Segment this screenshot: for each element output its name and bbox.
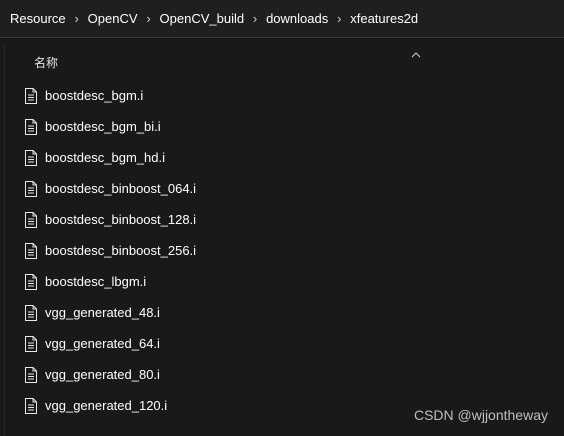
file-document-icon: [24, 87, 38, 104]
column-header-label: 名称: [34, 56, 59, 70]
file-list: boostdesc_bgm.i boostdesc_bgm_bi.iboostde…: [22, 80, 542, 421]
chevron-right-icon[interactable]: ›: [328, 11, 350, 26]
file-row[interactable]: boostdesc_bgm_hd.i: [22, 142, 542, 173]
file-name: boostdesc_lbgm.i: [45, 274, 147, 289]
file-name: vgg_generated_64.i: [45, 336, 160, 351]
file-name: vgg_generated_80.i: [45, 367, 160, 382]
file-document-icon: [24, 304, 38, 321]
breadcrumb-item-opencv[interactable]: OpenCV: [88, 11, 138, 26]
file-document-icon: [24, 242, 38, 259]
list-divider: [4, 44, 5, 436]
file-row[interactable]: boostdesc_binboost_064.i: [22, 173, 542, 204]
file-name: boostdesc_bgm_hd.i: [45, 150, 165, 165]
chevron-right-icon[interactable]: ›: [244, 11, 266, 26]
file-name: boostdesc_bgm_bi.i: [45, 119, 161, 134]
breadcrumb-item-resource[interactable]: Resource: [10, 11, 66, 26]
file-document-icon: [24, 149, 38, 166]
file-name: boostdesc_binboost_128.i: [45, 212, 197, 227]
file-document-icon: [24, 335, 38, 352]
file-name: vgg_generated_48.i: [45, 305, 160, 320]
breadcrumb-item-downloads[interactable]: downloads: [266, 11, 328, 26]
chevron-up-icon[interactable]: [410, 50, 422, 60]
file-row[interactable]: boostdesc_binboost_256.i: [22, 235, 542, 266]
file-name: vgg_generated_120.i: [45, 398, 168, 413]
file-name: boostdesc_bgm.i: [45, 88, 144, 103]
file-document-icon: [24, 180, 38, 197]
file-row[interactable]: vgg_generated_80.i: [22, 359, 542, 390]
file-row[interactable]: vgg_generated_64.i: [22, 328, 542, 359]
chevron-right-icon[interactable]: ›: [66, 11, 88, 26]
breadcrumb-item-opencv-build[interactable]: OpenCV_build: [160, 11, 245, 26]
chevron-right-icon[interactable]: ›: [138, 11, 160, 26]
file-document-icon: [24, 366, 38, 383]
file-document-icon: [24, 118, 38, 135]
file-explorer-window: Resource › OpenCV › OpenCV_build › downl…: [0, 0, 564, 436]
file-document-icon: [24, 397, 38, 414]
column-header-name[interactable]: 名称: [22, 50, 542, 74]
breadcrumb: Resource › OpenCV › OpenCV_build › downl…: [0, 0, 564, 38]
file-name: boostdesc_binboost_256.i: [45, 243, 197, 258]
file-name: boostdesc_binboost_064.i: [45, 181, 197, 196]
file-row[interactable]: vgg_generated_48.i: [22, 297, 542, 328]
file-row[interactable]: boostdesc_binboost_128.i: [22, 204, 542, 235]
file-row[interactable]: boostdesc_bgm_bi.i: [22, 111, 542, 142]
breadcrumb-item-xfeatures2d[interactable]: xfeatures2d: [350, 11, 418, 26]
file-row[interactable]: boostdesc_lbgm.i: [22, 266, 542, 297]
watermark: CSDN @wjjontheway: [413, 407, 548, 423]
file-document-icon: [24, 211, 38, 228]
file-row[interactable]: boostdesc_bgm.i: [22, 80, 542, 111]
file-document-icon: [24, 273, 38, 290]
